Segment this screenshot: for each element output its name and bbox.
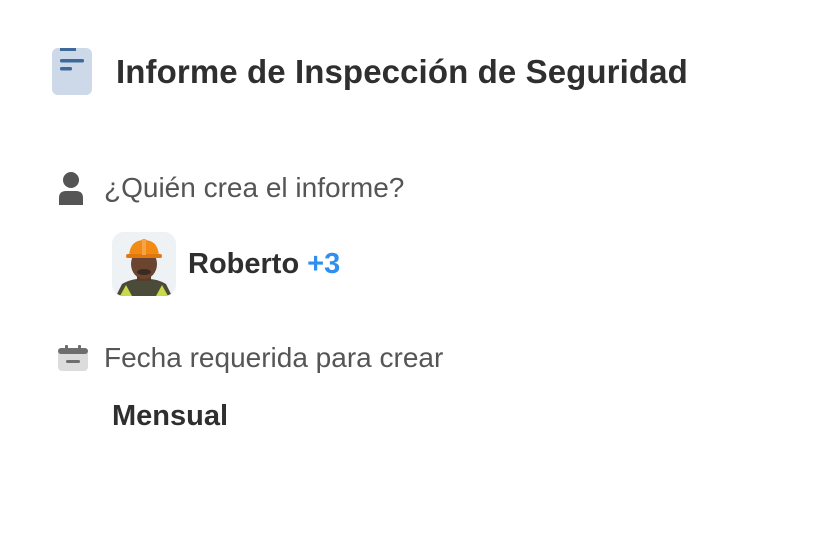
avatar[interactable] (112, 232, 176, 296)
document-icon (52, 48, 92, 95)
page-title: Informe de Inspección de Seguridad (116, 52, 688, 90)
header: Informe de Inspección de Seguridad (52, 48, 688, 95)
more-assignees-count[interactable]: +3 (307, 248, 340, 281)
creator-field-label-row: ¿Quién crea el informe? (58, 170, 404, 206)
creator-name: Roberto (188, 247, 300, 280)
person-icon (58, 170, 88, 206)
report-details-page: Informe de Inspección de Seguridad ¿Quié… (0, 0, 840, 560)
creator-assignees[interactable]: Roberto +3 (112, 232, 340, 296)
due-date-label: Fecha requerida para crear (104, 342, 444, 373)
due-date-value[interactable]: Mensual (112, 400, 228, 433)
due-date-field-label-row: Fecha requerida para crear (58, 340, 443, 376)
creator-label: ¿Quién crea el informe? (104, 172, 405, 203)
calendar-icon (58, 340, 88, 376)
